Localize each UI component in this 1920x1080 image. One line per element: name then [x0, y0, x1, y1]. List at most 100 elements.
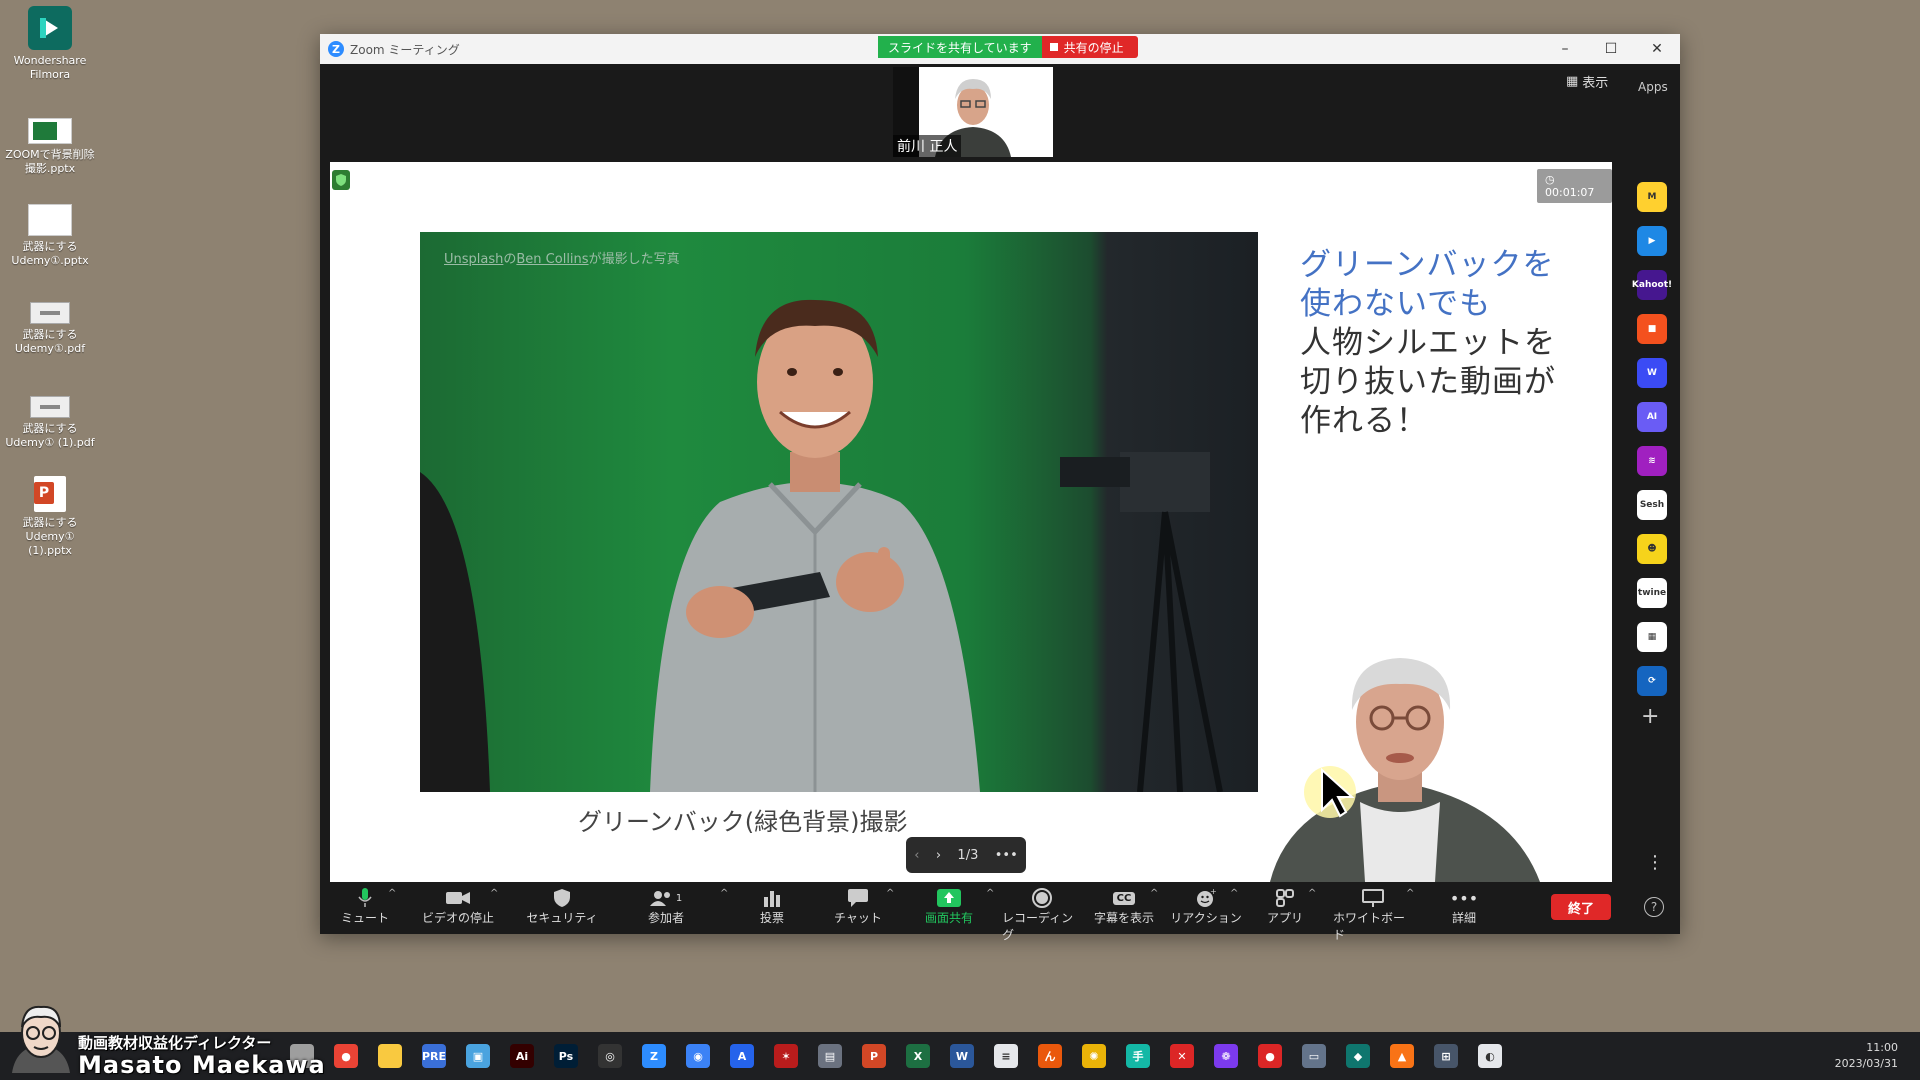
- taskbar-zoom-alt-icon[interactable]: ◉: [686, 1044, 710, 1068]
- taskbar-app-grey-icon[interactable]: ▤: [818, 1044, 842, 1068]
- taskbar-excel-icon[interactable]: X: [906, 1044, 930, 1068]
- desktop-icon-pptx-udemy[interactable]: 武器にするUdemy①.pptx: [0, 204, 100, 268]
- taskbar-filmora-icon[interactable]: ◆: [1346, 1044, 1370, 1068]
- participants-button[interactable]: 1 参加者: [626, 887, 706, 926]
- video-options-caret-icon[interactable]: ^: [490, 888, 498, 899]
- share-options-caret-icon[interactable]: ^: [986, 888, 994, 899]
- window-titlebar[interactable]: Z Zoom ミーティング スライドを共有しています 共有の停止 – ☐ ✕: [320, 34, 1680, 64]
- security-label: セキュリティ: [526, 911, 598, 925]
- slide-photo-greenscreen: UnsplashのBen Collinsが撮影した写真: [420, 232, 1258, 792]
- taskbar-control-panel-icon[interactable]: ▣: [466, 1044, 490, 1068]
- more-options-icon[interactable]: •••: [995, 848, 1018, 863]
- app-wooclap-icon[interactable]: W: [1637, 358, 1667, 388]
- taskbar-app-monitor-icon[interactable]: ▭: [1302, 1044, 1326, 1068]
- maximize-button[interactable]: ☐: [1588, 34, 1634, 64]
- taskbar-word-icon[interactable]: W: [950, 1044, 974, 1068]
- desktop-icon-pptx-udemy-1[interactable]: P 武器にするUdemy① (1).pptx: [0, 476, 100, 558]
- share-screen-button[interactable]: 画面共有: [909, 887, 989, 926]
- participants-label: 参加者: [647, 911, 684, 925]
- desktop-icon-pdf-udemy[interactable]: 武器にするUdemy①.pdf: [0, 302, 100, 356]
- taskbar-zoom-icon[interactable]: Z: [642, 1044, 666, 1068]
- desktop-icon-pdf-udemy-1[interactable]: 武器にするUdemy① (1).pdf: [0, 396, 100, 450]
- taskbar-vlc-icon[interactable]: ▲: [1390, 1044, 1414, 1068]
- clock-time: 11:00: [1866, 1041, 1898, 1054]
- desktop-icon-label: 武器にするUdemy① (1).pptx: [22, 516, 78, 557]
- more-button[interactable]: ••• 詳細: [1424, 887, 1504, 926]
- slide-heading-line: グリーンバックを: [1300, 247, 1555, 283]
- security-shield-icon[interactable]: [332, 170, 350, 190]
- taskbar-davinci-icon[interactable]: ❁: [1214, 1044, 1238, 1068]
- taskbar-photoshop-icon[interactable]: Ps: [554, 1044, 578, 1068]
- taskbar-app-yellow-icon[interactable]: ✺: [1082, 1044, 1106, 1068]
- taskbar-app-red-icon[interactable]: ✶: [774, 1044, 798, 1068]
- slide-page-indicator: 1/3: [957, 847, 979, 863]
- taskbar-recorder-icon[interactable]: ●: [1258, 1044, 1282, 1068]
- polls-button[interactable]: 投票: [732, 887, 812, 926]
- end-meeting-button[interactable]: 終了: [1551, 894, 1611, 920]
- app-sync-icon[interactable]: ⟳: [1637, 666, 1667, 696]
- taskbar-app-orange-icon[interactable]: ん: [1038, 1044, 1062, 1068]
- taskbar-app-chat-icon[interactable]: ◐: [1478, 1044, 1502, 1068]
- photo-credit-site-link[interactable]: Unsplash: [444, 252, 503, 267]
- whiteboard-options-caret-icon[interactable]: ^: [1406, 888, 1414, 899]
- taskbar-app-network-icon[interactable]: ⊞: [1434, 1044, 1458, 1068]
- taskbar-obs-icon[interactable]: ◎: [598, 1044, 622, 1068]
- photo-credit-connector: の: [503, 252, 517, 267]
- app-miro-icon[interactable]: M: [1637, 182, 1667, 212]
- close-button[interactable]: ✕: [1634, 34, 1680, 64]
- taskbar-illustrator-icon[interactable]: Ai: [510, 1044, 534, 1068]
- desktop-icon-label: 武器にするUdemy①.pptx: [11, 240, 89, 267]
- record-button[interactable]: レコーディング: [1002, 887, 1082, 943]
- help-icon[interactable]: ?: [1644, 897, 1664, 917]
- taskbar-app-blue-icon[interactable]: A: [730, 1044, 754, 1068]
- taskbar-notepad-icon[interactable]: ≡: [994, 1044, 1018, 1068]
- participant-strip: 前川 正人 ▦ 表示 Apps: [320, 64, 1680, 162]
- more-vertical-icon[interactable]: ⋮: [1646, 852, 1664, 873]
- add-app-icon[interactable]: +: [1641, 704, 1659, 729]
- app-emoji-icon[interactable]: ☻: [1637, 534, 1667, 564]
- app-purple-icon[interactable]: ≋: [1637, 446, 1667, 476]
- view-button[interactable]: ▦ 表示: [1566, 72, 1608, 91]
- app-blue-icon[interactable]: ▶: [1637, 226, 1667, 256]
- captions-options-caret-icon[interactable]: ^: [1150, 888, 1158, 899]
- participants-count: 1: [675, 892, 683, 904]
- app-kahoot-icon[interactable]: Kahoot!: [1632, 270, 1672, 300]
- taskbar-powerpoint-icon[interactable]: P: [862, 1044, 886, 1068]
- window-title: Zoom ミーティング: [350, 42, 460, 57]
- next-slide-icon[interactable]: ›: [936, 848, 941, 863]
- desktop-icon-label: Wondershare Filmora: [13, 54, 87, 81]
- system-clock[interactable]: 11:00 2023/03/31: [1828, 1040, 1898, 1072]
- stop-share-button[interactable]: 共有の停止: [1041, 36, 1138, 58]
- stop-video-button[interactable]: ビデオの停止: [418, 887, 498, 926]
- whiteboard-button[interactable]: ホワイトボード: [1333, 887, 1413, 943]
- security-button[interactable]: セキュリティ: [522, 887, 602, 926]
- prev-slide-icon[interactable]: ‹: [914, 848, 919, 863]
- taskbar-premiere-rush-icon[interactable]: PRE: [422, 1044, 446, 1068]
- participant-video-thumbnail[interactable]: 前川 正人: [893, 67, 1053, 157]
- chat-options-caret-icon[interactable]: ^: [886, 888, 894, 899]
- captions-badge: CC: [1112, 891, 1136, 905]
- taskbar-app-x-icon[interactable]: ✕: [1170, 1044, 1194, 1068]
- audio-options-caret-icon[interactable]: ^: [388, 888, 396, 899]
- photo-credit-author-link[interactable]: Ben Collins: [516, 252, 588, 267]
- desktop-icon-pptx-zoom[interactable]: ZOOMで背景削除撮影.pptx: [0, 118, 100, 176]
- reactions-options-caret-icon[interactable]: ^: [1230, 888, 1238, 899]
- app-red-icon[interactable]: ■: [1637, 314, 1667, 344]
- minimize-button[interactable]: –: [1542, 34, 1588, 64]
- share-banner: スライドを共有しています 共有の停止: [878, 36, 1138, 58]
- desktop-icon-label: 武器にするUdemy①.pdf: [14, 328, 86, 355]
- slide-heading-line: 切り抜いた動画が: [1300, 364, 1556, 400]
- taskbar-chrome-icon[interactable]: ●: [334, 1044, 358, 1068]
- app-ai-icon[interactable]: AI: [1637, 402, 1667, 432]
- app-sesh-icon[interactable]: Sesh: [1637, 490, 1667, 520]
- app-grid-icon[interactable]: ▦: [1637, 622, 1667, 652]
- view-label: 表示: [1582, 76, 1609, 91]
- taskbar-explorer-icon[interactable]: [378, 1044, 402, 1068]
- app-twine-icon[interactable]: twine: [1637, 578, 1667, 608]
- desktop-icon-filmora[interactable]: Wondershare Filmora: [0, 6, 100, 82]
- apps-options-caret-icon[interactable]: ^: [1308, 888, 1316, 899]
- pdf-thumbnail-icon: [30, 396, 70, 418]
- zoom-logo-icon: Z: [328, 41, 344, 57]
- participants-options-caret-icon[interactable]: ^: [720, 888, 728, 899]
- taskbar-app-teal-icon[interactable]: 手: [1126, 1044, 1150, 1068]
